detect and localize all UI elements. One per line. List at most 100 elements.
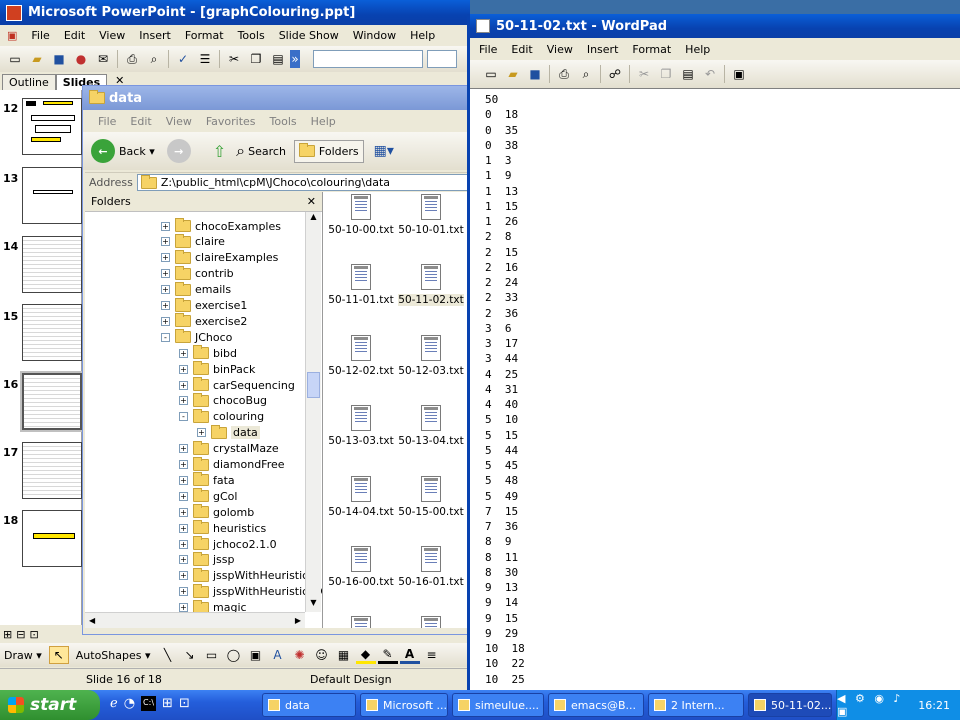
tree-hscrollbar[interactable]: ◀ ▶ xyxy=(85,612,305,628)
ppt-menu-format[interactable]: Format xyxy=(178,29,231,42)
expand-icon[interactable]: + xyxy=(179,364,188,374)
slide-thumb-12[interactable] xyxy=(22,98,82,155)
fill-color-icon[interactable]: ◆ xyxy=(355,646,376,664)
file-item[interactable]: 50-10-01.txt xyxy=(395,194,467,236)
tree-item[interactable]: + data xyxy=(197,424,260,441)
ppt-size-box[interactable] xyxy=(427,50,457,68)
find-icon[interactable]: ☍ xyxy=(605,65,625,83)
tree-item[interactable]: + bibd xyxy=(179,345,237,361)
network-icon[interactable]: ⊞ xyxy=(162,696,173,711)
research-icon[interactable]: ☰ xyxy=(195,50,215,68)
tree-item[interactable]: + jssp xyxy=(179,551,235,568)
ppt-menu-file[interactable]: File xyxy=(24,29,56,42)
picture-icon[interactable]: ▦ xyxy=(334,646,354,664)
toolbar-options-icon[interactable]: » xyxy=(290,50,300,68)
search-button[interactable]: ⌕ Search xyxy=(236,141,286,161)
expand-icon[interactable]: + xyxy=(179,555,188,565)
close-folders-icon[interactable]: ✕ xyxy=(307,195,316,208)
tree-item[interactable]: + diamondFree xyxy=(179,456,285,473)
views-icon[interactable]: ▦▾ xyxy=(374,143,394,159)
email-icon[interactable]: ✉ xyxy=(93,50,113,68)
expand-icon[interactable]: + xyxy=(161,269,170,279)
explorer-menu-file[interactable]: File xyxy=(91,115,123,128)
tree-item[interactable]: + chocoExamples xyxy=(161,218,281,234)
draw-menu[interactable]: Draw ▾ xyxy=(4,649,42,662)
copy-icon[interactable]: ❐ xyxy=(656,65,676,83)
tree-item[interactable]: + jchoco2.1.0 xyxy=(179,536,277,552)
file-item[interactable]: 50-14-04.txt xyxy=(325,475,397,518)
expand-icon[interactable]: + xyxy=(161,316,170,326)
taskbar-button[interactable]: simeulue.... xyxy=(452,693,544,717)
file-item[interactable]: 50-13-04.txt xyxy=(395,405,467,447)
wordpad-document[interactable]: 50 0 18 0 35 0 38 1 31 91 13 1 15 1 26 2 82 15 2… xyxy=(470,88,960,690)
normal-view-icon[interactable]: ⊞ xyxy=(3,628,12,641)
tree-scrollbar[interactable]: ▲ ▼ xyxy=(305,212,321,612)
save-icon[interactable]: ■ xyxy=(49,50,69,68)
select-pointer-icon[interactable]: ↖ xyxy=(48,646,69,664)
autoshapes-menu[interactable]: AutoShapes ▾ xyxy=(76,649,151,662)
tree-item[interactable]: + heuristics xyxy=(179,520,266,536)
print-icon[interactable]: ⎙ xyxy=(554,65,574,83)
line-icon[interactable]: ╲ xyxy=(158,646,178,664)
tree-item[interactable]: + claire xyxy=(161,233,225,250)
sorter-view-icon[interactable]: ⊟ xyxy=(16,628,25,641)
tree-item[interactable]: - JChoco xyxy=(161,329,232,345)
wordpad-menu-insert[interactable]: Insert xyxy=(580,43,626,56)
paste-icon[interactable]: ▤ xyxy=(268,50,288,68)
tree-item[interactable]: + chocoBug xyxy=(179,392,267,409)
expand-icon[interactable]: + xyxy=(179,539,188,549)
slide-thumb-14[interactable] xyxy=(22,236,82,293)
taskbar-button[interactable]: 2 Intern... xyxy=(648,693,744,717)
back-button[interactable]: ← Back ▾ xyxy=(91,139,155,163)
ppt-font-box[interactable] xyxy=(313,50,423,68)
file-item[interactable]: 50-10-00.txt xyxy=(325,194,397,236)
forward-arrow-icon[interactable]: → xyxy=(166,139,191,163)
file-item[interactable] xyxy=(325,616,397,628)
expand-icon[interactable]: + xyxy=(197,428,206,438)
slide-thumb-17[interactable] xyxy=(22,442,82,499)
explorer-menu-view[interactable]: View xyxy=(159,115,199,128)
tree-item[interactable]: + golomb xyxy=(179,504,254,520)
wordpad-menu-view[interactable]: View xyxy=(540,43,580,56)
new-icon[interactable]: ▭ xyxy=(481,65,501,83)
ppt-title-bar[interactable]: Microsoft PowerPoint - [graphColouring.p… xyxy=(0,0,470,25)
expand-icon[interactable]: + xyxy=(179,571,188,581)
up-folder-icon[interactable]: ⇧ xyxy=(213,142,226,161)
expand-icon[interactable]: + xyxy=(179,587,188,597)
taskbar-button[interactable]: data xyxy=(262,693,356,717)
file-item[interactable]: 50-16-01.txt xyxy=(395,546,467,588)
file-item[interactable] xyxy=(395,616,467,628)
ppt-menu-insert[interactable]: Insert xyxy=(132,29,178,42)
cmd-icon[interactable]: C:\ xyxy=(141,696,157,711)
slide-thumb-13[interactable] xyxy=(22,167,82,224)
new-icon[interactable]: ▭ xyxy=(5,50,25,68)
line-color-icon[interactable]: ✎ xyxy=(377,646,398,664)
open-icon[interactable]: ▰ xyxy=(503,65,523,83)
tree-item[interactable]: + exercise1 xyxy=(161,297,247,314)
save-icon[interactable]: ■ xyxy=(525,65,545,83)
file-item[interactable]: 50-11-02.txt xyxy=(395,264,467,307)
ppt-menu-window[interactable]: Window xyxy=(346,29,403,42)
tray-icons[interactable]: ◀ ⚙ ◉ ♪ ▣ xyxy=(837,692,908,718)
expand-icon[interactable]: + xyxy=(161,253,170,263)
expand-icon[interactable]: + xyxy=(161,285,170,295)
expand-icon[interactable]: + xyxy=(179,523,188,533)
wordpad-menu-format[interactable]: Format xyxy=(625,43,678,56)
expand-icon[interactable]: + xyxy=(179,491,188,501)
expand-icon[interactable]: + xyxy=(179,507,188,517)
expand-icon[interactable]: + xyxy=(161,301,170,310)
ppt-menu-edit[interactable]: Edit xyxy=(57,29,92,42)
ppt-menu-slideshow[interactable]: Slide Show xyxy=(272,29,346,42)
expand-icon[interactable]: + xyxy=(179,460,188,469)
ppt-menu-view[interactable]: View xyxy=(92,29,132,42)
copy-icon[interactable]: ❐ xyxy=(246,50,266,68)
print-preview-icon[interactable]: ⌕ xyxy=(576,65,596,83)
taskbar-button[interactable]: emacs@B... xyxy=(548,693,644,717)
expand-icon[interactable]: + xyxy=(161,221,170,231)
tree-item[interactable]: + claireExamples xyxy=(161,249,278,266)
slide-thumb-15[interactable] xyxy=(22,304,82,361)
rectangle-icon[interactable]: ▭ xyxy=(202,646,222,664)
tab-outline[interactable]: Outline xyxy=(2,74,56,90)
font-color-icon[interactable]: A xyxy=(399,646,420,664)
arrow-icon[interactable]: ↘ xyxy=(180,646,200,664)
